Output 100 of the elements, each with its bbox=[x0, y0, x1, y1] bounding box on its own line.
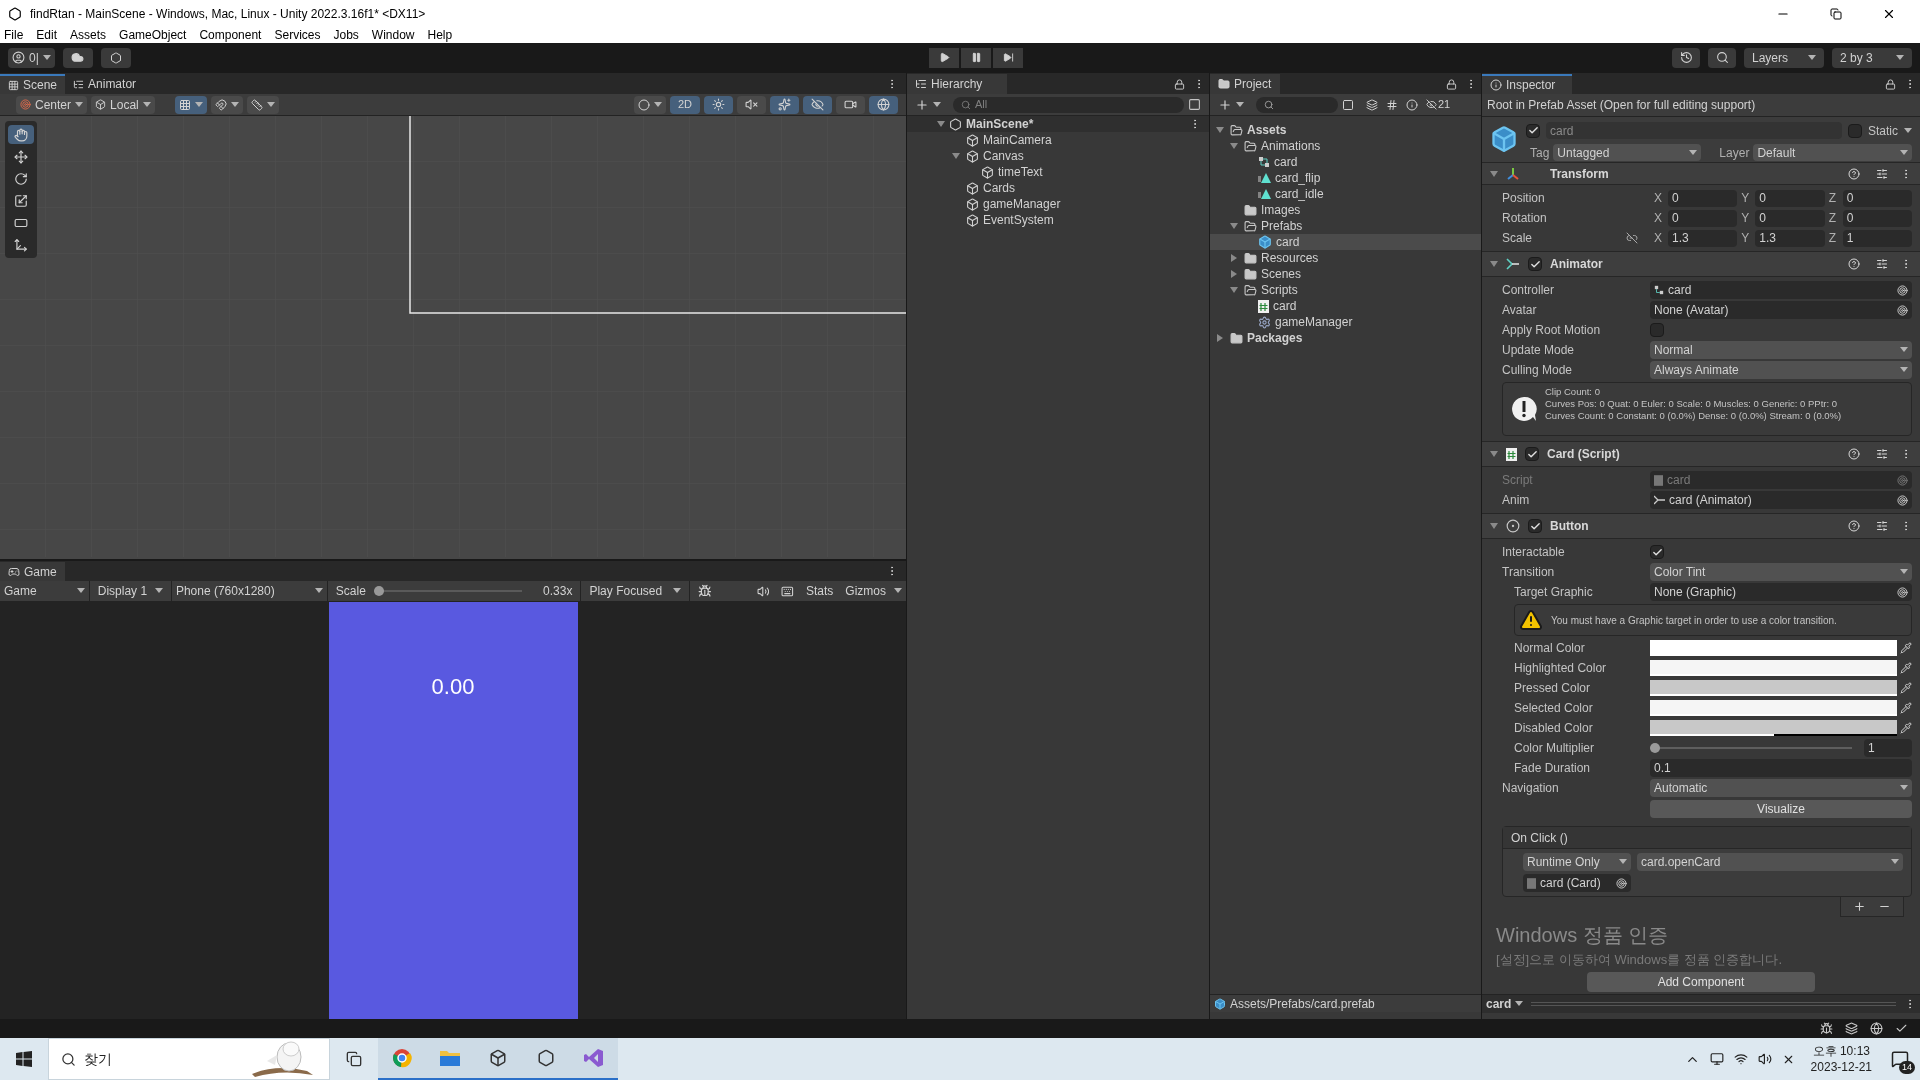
hierarchy-item[interactable]: EventSystem bbox=[983, 211, 1054, 229]
restore-icon[interactable] bbox=[1830, 7, 1842, 20]
preset-icon[interactable] bbox=[1876, 167, 1888, 180]
project-item[interactable]: Scripts bbox=[1261, 281, 1298, 299]
menu-item[interactable]: Edit bbox=[36, 26, 58, 44]
display-dropdown[interactable]: Display 1 bbox=[89, 581, 172, 601]
scene-toggle[interactable] bbox=[770, 95, 799, 114]
mode-2d-button[interactable]: 2D bbox=[669, 95, 700, 114]
network-icon[interactable] bbox=[1733, 1052, 1748, 1066]
panel-tab[interactable]: Game bbox=[0, 562, 65, 581]
menu-item[interactable]: Jobs bbox=[333, 26, 359, 44]
type-filter-icon[interactable] bbox=[1366, 98, 1378, 111]
panel-tab[interactable]: Project bbox=[1210, 74, 1280, 94]
search-button[interactable] bbox=[1708, 47, 1736, 68]
preset-icon[interactable] bbox=[1876, 258, 1888, 271]
search-field[interactable]: All bbox=[953, 96, 1184, 113]
color-swatch[interactable] bbox=[1650, 640, 1897, 657]
input-field[interactable]: 0.1 bbox=[1650, 759, 1912, 778]
color-swatch[interactable] bbox=[1650, 700, 1897, 717]
space-dropdown[interactable]: Local bbox=[91, 95, 155, 114]
input-field[interactable]: 1 bbox=[1864, 739, 1912, 758]
menu-item[interactable]: File bbox=[4, 26, 24, 44]
eyedropper-icon[interactable] bbox=[1900, 662, 1912, 675]
checkbox[interactable] bbox=[1526, 123, 1540, 138]
search-field[interactable]: 찾기 bbox=[48, 1038, 330, 1080]
dropdown[interactable]: Always Animate bbox=[1650, 361, 1912, 380]
help-icon[interactable] bbox=[1848, 520, 1860, 533]
object-field[interactable]: card (Animator) bbox=[1650, 491, 1912, 510]
checkbox[interactable] bbox=[1525, 447, 1539, 462]
function-dropdown[interactable]: card.openCard bbox=[1637, 853, 1903, 872]
project-item[interactable]: card bbox=[1273, 297, 1297, 315]
checkbox[interactable] bbox=[1650, 545, 1664, 560]
monitor-icon[interactable] bbox=[1709, 1052, 1724, 1066]
resolution-dropdown[interactable]: Phone (760x1280) bbox=[171, 581, 328, 601]
label-filter-icon[interactable] bbox=[1386, 98, 1398, 111]
speaker-icon[interactable] bbox=[756, 584, 770, 598]
project-item[interactable]: card_flip bbox=[1275, 169, 1321, 187]
project-item[interactable]: Prefabs bbox=[1261, 217, 1303, 235]
component-header[interactable]: Animator bbox=[1482, 251, 1920, 278]
number-field[interactable]: 0 bbox=[1668, 189, 1738, 207]
check-icon[interactable] bbox=[1895, 1022, 1908, 1035]
checkbox[interactable] bbox=[1650, 323, 1664, 338]
taskbar-app[interactable] bbox=[378, 1038, 426, 1080]
step-button[interactable] bbox=[993, 47, 1024, 68]
tag-dropdown[interactable]: Untagged bbox=[1553, 144, 1702, 162]
project-item[interactable]: Packages bbox=[1247, 329, 1303, 347]
services-button[interactable] bbox=[100, 47, 131, 68]
menu-item[interactable]: Component bbox=[199, 26, 262, 44]
stats-button[interactable]: Stats bbox=[798, 582, 842, 600]
create-button[interactable] bbox=[915, 97, 941, 112]
project-item[interactable]: Images bbox=[1261, 201, 1301, 219]
hierarchy-item[interactable]: Canvas bbox=[983, 147, 1024, 165]
add-component-button[interactable]: Add Component bbox=[1587, 971, 1815, 992]
layout-dropdown[interactable]: 2 by 3 bbox=[1832, 47, 1912, 68]
help-icon[interactable] bbox=[1848, 258, 1860, 271]
expanded-arrow-icon[interactable] bbox=[1490, 260, 1498, 269]
project-item[interactable]: Assets bbox=[1247, 121, 1287, 139]
help-icon[interactable] bbox=[1848, 448, 1860, 461]
expanded-arrow-icon[interactable] bbox=[952, 152, 960, 160]
tool-button[interactable] bbox=[8, 125, 34, 144]
eyedropper-icon[interactable] bbox=[1900, 722, 1912, 735]
menu-item[interactable]: GameObject bbox=[119, 26, 187, 44]
component-header[interactable]: Transform bbox=[1482, 162, 1920, 186]
number-field[interactable]: 0 bbox=[1755, 209, 1825, 227]
hidden-packages-count[interactable]: 21 bbox=[1426, 96, 1451, 113]
dropdown[interactable]: Normal bbox=[1650, 341, 1912, 360]
number-field[interactable]: 1.3 bbox=[1668, 229, 1738, 247]
color-swatch[interactable] bbox=[1650, 660, 1897, 677]
object-field[interactable]: None (Graphic) bbox=[1650, 583, 1912, 602]
dropdown[interactable]: Color Tint bbox=[1650, 563, 1912, 582]
project-item[interactable]: Animations bbox=[1261, 137, 1321, 155]
bug-icon[interactable] bbox=[1820, 1022, 1833, 1035]
scene-toggle[interactable] bbox=[869, 95, 898, 114]
component-header[interactable]: Button bbox=[1482, 513, 1920, 540]
project-item[interactable]: gameManager bbox=[1275, 313, 1353, 331]
cache-icon[interactable] bbox=[1845, 1022, 1858, 1035]
menu-item[interactable]: Window bbox=[371, 26, 415, 44]
visualize-button[interactable]: Visualize bbox=[1650, 800, 1912, 819]
network-icon[interactable] bbox=[1870, 1022, 1883, 1035]
gizmos-dropdown[interactable]: Gizmos bbox=[841, 582, 906, 600]
panel-tab[interactable]: Inspector bbox=[1482, 74, 1572, 94]
add-icon[interactable] bbox=[1853, 900, 1866, 914]
menu-item[interactable]: Help bbox=[427, 26, 453, 44]
hierarchy-item[interactable]: gameManager bbox=[983, 195, 1061, 213]
hierarchy-item[interactable]: Cards bbox=[983, 179, 1015, 197]
expanded-arrow-icon[interactable] bbox=[937, 120, 945, 128]
scene-toggle[interactable] bbox=[704, 95, 733, 114]
menu-item[interactable]: Services bbox=[274, 26, 321, 44]
preset-icon[interactable] bbox=[1876, 448, 1888, 461]
color-swatch[interactable] bbox=[1650, 680, 1897, 697]
runtime-dropdown[interactable]: Runtime Only bbox=[1523, 853, 1631, 872]
collapsed-arrow-icon[interactable] bbox=[1230, 270, 1238, 278]
checkbox[interactable] bbox=[1848, 123, 1862, 138]
slider[interactable] bbox=[1650, 742, 1852, 755]
shading-dropdown[interactable] bbox=[633, 95, 666, 114]
lock-icon[interactable] bbox=[1174, 79, 1185, 90]
unlink-icon[interactable] bbox=[1626, 232, 1638, 245]
expanded-arrow-icon[interactable] bbox=[1230, 222, 1238, 230]
number-field[interactable]: 0 bbox=[1842, 209, 1912, 227]
grid-button[interactable] bbox=[174, 95, 207, 114]
